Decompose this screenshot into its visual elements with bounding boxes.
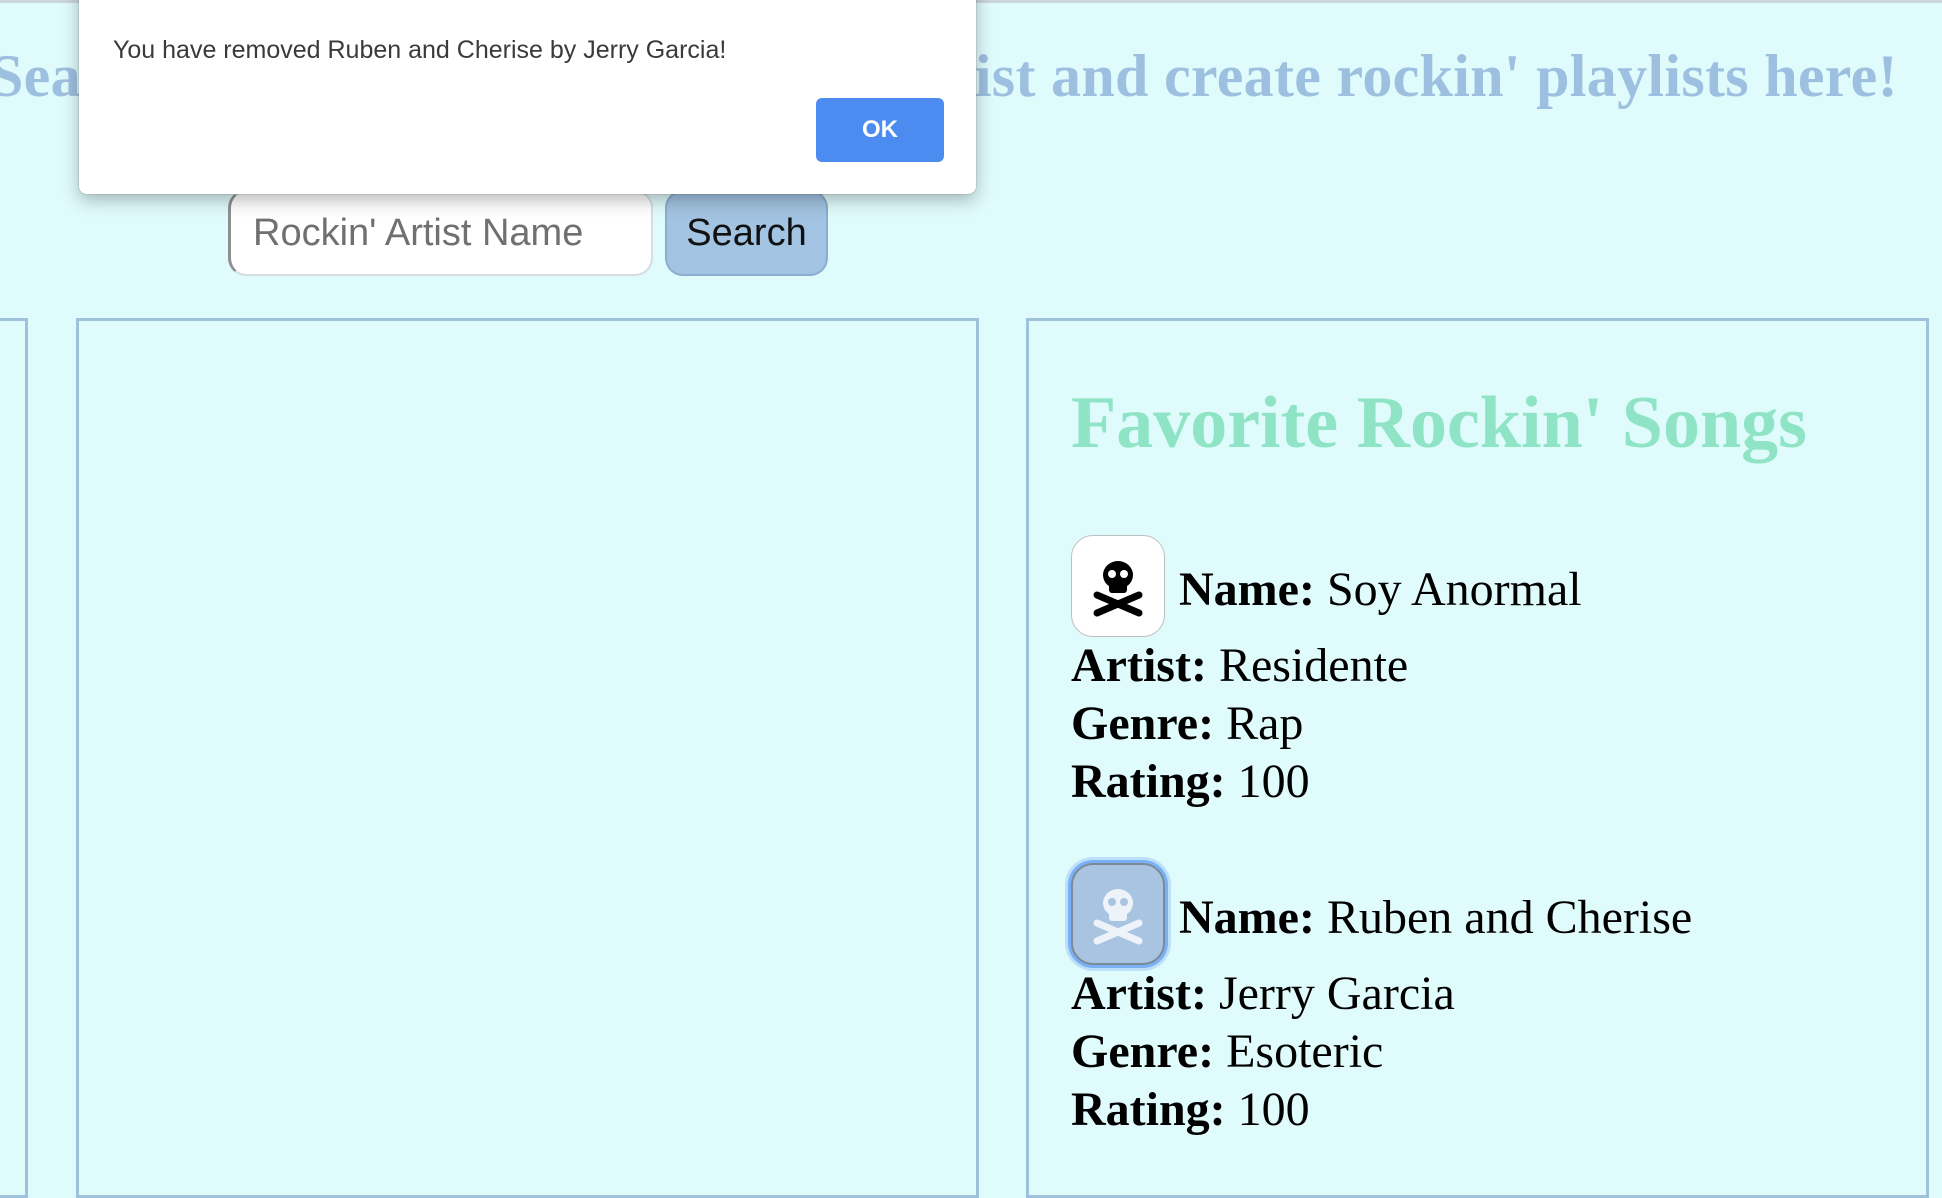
search-button[interactable]: Search xyxy=(665,190,828,276)
song-rating: 100 xyxy=(1237,1083,1310,1136)
song-genre: Esoteric xyxy=(1226,1025,1384,1078)
rating-label: Rating: xyxy=(1071,755,1226,808)
song-artist: Residente xyxy=(1218,639,1409,692)
name-label: Name: xyxy=(1179,563,1315,616)
alert-dialog: You have removed Ruben and Cherise by Je… xyxy=(79,0,976,194)
favorites-title: Favorite Rockin' Songs xyxy=(1071,382,1807,464)
song-artist: Jerry Garcia xyxy=(1218,967,1455,1020)
genre-label: Genre: xyxy=(1071,697,1215,750)
song-name: Soy Anormal xyxy=(1326,563,1582,616)
song-name: Ruben and Cherise xyxy=(1326,891,1693,944)
results-panel xyxy=(76,318,979,1198)
left-panel xyxy=(0,318,28,1198)
favorites-panel: Favorite Rockin' Songs Name: Soy Anormal… xyxy=(1026,318,1929,1198)
remove-song-button[interactable] xyxy=(1071,535,1165,637)
artist-label: Artist: xyxy=(1071,639,1207,692)
artist-search-input[interactable] xyxy=(228,190,653,276)
artist-label: Artist: xyxy=(1071,967,1207,1020)
alert-ok-button[interactable]: OK xyxy=(816,98,944,162)
song-genre: Rap xyxy=(1226,697,1304,750)
skull-crossbones-icon xyxy=(1093,561,1143,617)
favorite-song-item: Name: Ruben and Cherise Artist: Jerry Ga… xyxy=(1071,863,1692,1139)
rating-label: Rating: xyxy=(1071,1083,1226,1136)
song-rating: 100 xyxy=(1237,755,1310,808)
alert-message: You have removed Ruben and Cherise by Je… xyxy=(113,36,727,64)
skull-crossbones-icon xyxy=(1093,889,1143,945)
favorite-song-item: Name: Soy Anormal Artist: Residente Genr… xyxy=(1071,535,1582,811)
genre-label: Genre: xyxy=(1071,1025,1215,1078)
remove-song-button[interactable] xyxy=(1071,863,1165,965)
name-label: Name: xyxy=(1179,891,1315,944)
